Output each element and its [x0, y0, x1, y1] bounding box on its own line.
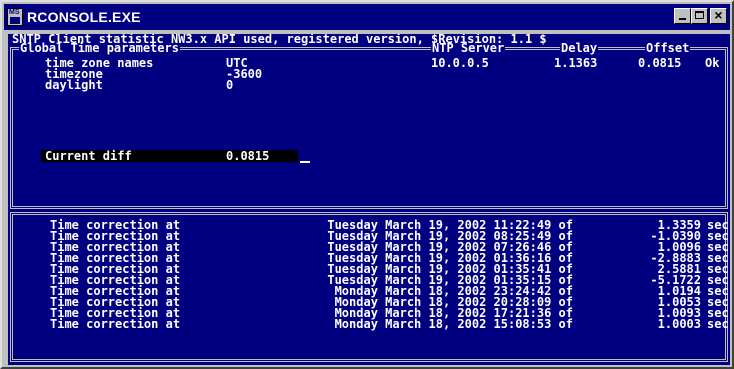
console-screen[interactable]: SNTP Client statistic NW3.x API used, re… [8, 34, 730, 365]
log-unit: sec [707, 317, 729, 331]
window-title: RCONSOLE.EXE [27, 9, 141, 25]
app-icon[interactable]: MS [7, 8, 23, 26]
ntp-server-header: NTP Server [431, 41, 506, 55]
maximize-button[interactable] [691, 8, 708, 24]
time-correction-log-panel: Time correction at Tuesday March 19, 200… [10, 212, 729, 362]
text-cursor [300, 161, 310, 163]
delay-value: 1.1363 [554, 56, 598, 70]
global-time-parameters-panel: Global Time parameters NTP Server Delay … [10, 42, 728, 209]
close-button[interactable]: × [710, 7, 727, 24]
close-icon: × [714, 7, 723, 23]
log-date: Monday March 18, 2002 15:08:53 of [334, 317, 573, 331]
minimize-button[interactable] [674, 8, 691, 24]
offset-status: Ok [705, 56, 720, 70]
log-label: Time correction at [50, 317, 181, 331]
offset-header: Offset [645, 41, 691, 55]
panel-legend: Global Time parameters [19, 41, 180, 55]
rconsole-window: MS RCONSOLE.EXE × SNTP Client statistic … [0, 0, 734, 369]
current-diff-value: 0.0815 [226, 149, 270, 163]
app-icon-screen [10, 17, 20, 24]
delay-header: Delay [560, 41, 599, 55]
ntp-server-value: 10.0.0.5 [431, 56, 489, 70]
current-diff-label: Current diff [45, 149, 132, 163]
title-bar[interactable]: MS RCONSOLE.EXE × [4, 4, 730, 30]
log-row: Time correction at Monday March 18, 2002… [13, 317, 729, 331]
log-value: 1.0003 [657, 317, 701, 331]
app-icon-label: MS [9, 9, 20, 16]
offset-value: 0.0815 [638, 56, 682, 70]
param-label-daylight: daylight [45, 78, 103, 92]
param-value-daylight: 0 [226, 78, 234, 92]
